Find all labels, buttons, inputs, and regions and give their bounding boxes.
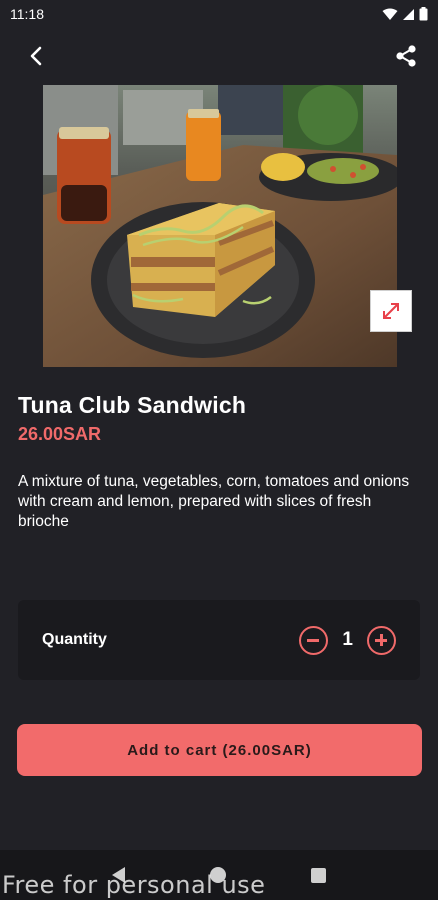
wifi-icon bbox=[382, 8, 398, 20]
product-photo-illustration bbox=[43, 85, 397, 367]
watermark-text: Free for personal use bbox=[2, 871, 266, 899]
nav-recents-icon[interactable] bbox=[310, 867, 326, 883]
share-icon bbox=[396, 45, 416, 67]
quantity-stepper: 1 bbox=[299, 625, 396, 655]
decrease-quantity-button[interactable] bbox=[299, 625, 329, 655]
product-title: Tuna Club Sandwich bbox=[18, 392, 247, 418]
back-arrow-icon bbox=[30, 46, 42, 66]
battery-icon bbox=[419, 7, 428, 21]
expand-image-button[interactable] bbox=[370, 290, 412, 332]
signal-icon bbox=[403, 8, 414, 20]
status-icons bbox=[382, 7, 428, 21]
status-time: 11:18 bbox=[10, 6, 44, 22]
expand-icon bbox=[383, 303, 399, 319]
quantity-card: Quantity 1 bbox=[18, 600, 420, 680]
product-image[interactable] bbox=[43, 85, 397, 367]
minus-icon bbox=[307, 639, 320, 642]
add-to-cart-button[interactable]: Add to cart (26.00SAR) bbox=[17, 724, 422, 776]
increase-quantity-button[interactable] bbox=[367, 625, 396, 655]
quantity-label: Quantity bbox=[42, 631, 107, 648]
back-button[interactable] bbox=[22, 42, 50, 70]
app-bar bbox=[0, 28, 438, 84]
status-bar: 11:18 bbox=[0, 0, 438, 28]
product-price: 26.00SAR bbox=[18, 424, 102, 444]
quantity-value: 1 bbox=[342, 629, 353, 650]
share-button[interactable] bbox=[392, 42, 420, 70]
product-description: A mixture of tuna, vegetables, corn, tom… bbox=[18, 473, 410, 530]
